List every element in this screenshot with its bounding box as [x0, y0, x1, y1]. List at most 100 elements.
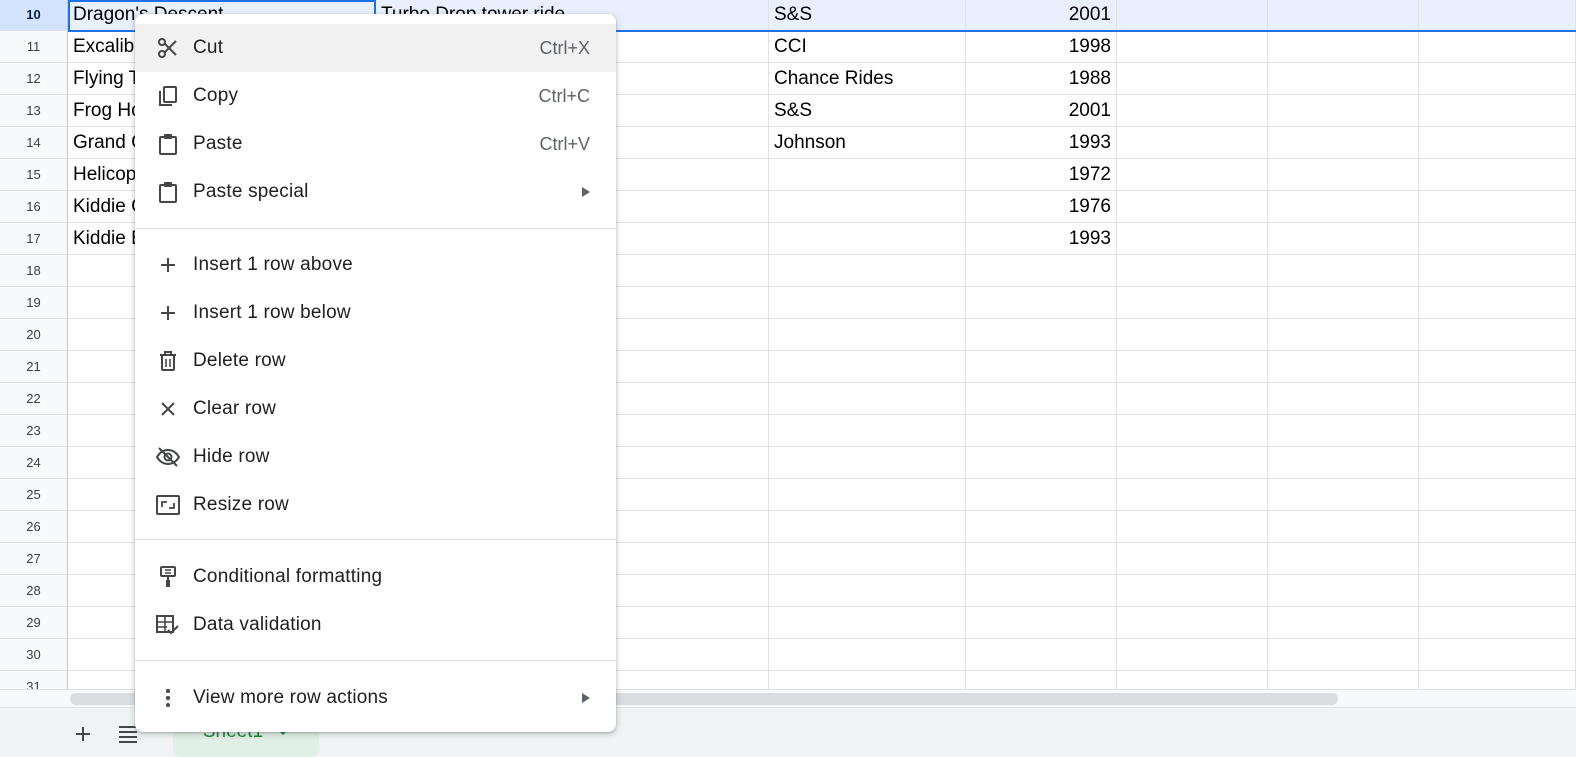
table-cell[interactable] [769, 543, 966, 575]
table-cell[interactable] [769, 255, 966, 287]
row-header[interactable]: 13 [0, 95, 68, 127]
table-cell[interactable] [1268, 447, 1419, 479]
table-cell[interactable] [966, 607, 1117, 639]
table-cell[interactable]: 2001 [966, 95, 1117, 127]
table-cell[interactable] [1117, 287, 1268, 319]
table-cell[interactable] [1117, 447, 1268, 479]
table-cell[interactable]: 2001 [966, 0, 1117, 31]
table-cell[interactable] [1268, 127, 1419, 159]
table-cell[interactable] [1117, 31, 1268, 63]
table-cell[interactable] [1117, 223, 1268, 255]
menu-item-delete-row[interactable]: Delete row [135, 337, 616, 385]
row-header[interactable]: 16 [0, 191, 68, 223]
add-sheet-button[interactable] [69, 720, 97, 748]
table-cell[interactable] [1117, 479, 1268, 511]
table-cell[interactable] [769, 287, 966, 319]
table-cell[interactable] [1268, 159, 1419, 191]
table-cell[interactable] [1419, 511, 1576, 543]
menu-item-insert-above[interactable]: Insert 1 row above [135, 241, 616, 289]
table-cell[interactable] [769, 351, 966, 383]
row-header[interactable]: 27 [0, 543, 68, 575]
table-cell[interactable] [1117, 639, 1268, 671]
table-cell[interactable] [1117, 575, 1268, 607]
row-header[interactable]: 14 [0, 127, 68, 159]
table-cell[interactable] [966, 287, 1117, 319]
table-cell[interactable] [1117, 191, 1268, 223]
table-cell[interactable] [1117, 351, 1268, 383]
table-cell[interactable] [1268, 383, 1419, 415]
table-cell[interactable] [1268, 479, 1419, 511]
table-cell[interactable] [1419, 191, 1576, 223]
row-header[interactable]: 20 [0, 319, 68, 351]
table-cell[interactable] [1117, 319, 1268, 351]
menu-item-hide-row[interactable]: Hide row [135, 433, 616, 481]
row-header[interactable]: 23 [0, 415, 68, 447]
menu-item-paste[interactable]: Paste Ctrl+V [135, 120, 616, 168]
table-cell[interactable] [769, 511, 966, 543]
table-cell[interactable] [1419, 255, 1576, 287]
row-header[interactable]: 28 [0, 575, 68, 607]
table-cell[interactable] [769, 383, 966, 415]
table-cell[interactable]: 1976 [966, 191, 1117, 223]
table-cell[interactable] [1419, 95, 1576, 127]
table-cell[interactable] [1268, 223, 1419, 255]
table-cell[interactable] [966, 255, 1117, 287]
table-cell[interactable] [769, 159, 966, 191]
table-cell[interactable] [1419, 223, 1576, 255]
table-cell[interactable] [769, 575, 966, 607]
menu-item-paste-special[interactable]: Paste special [135, 168, 616, 216]
table-cell[interactable] [966, 575, 1117, 607]
menu-item-insert-below[interactable]: Insert 1 row below [135, 289, 616, 337]
table-cell[interactable] [1268, 95, 1419, 127]
table-cell[interactable] [966, 383, 1117, 415]
table-cell[interactable] [769, 415, 966, 447]
table-cell[interactable] [1268, 607, 1419, 639]
table-cell[interactable] [1419, 31, 1576, 63]
menu-item-view-more[interactable]: View more row actions [135, 674, 616, 722]
row-header[interactable]: 22 [0, 383, 68, 415]
table-cell[interactable] [1268, 639, 1419, 671]
menu-item-conditional-formatting[interactable]: Conditional formatting [135, 553, 616, 601]
table-cell[interactable] [769, 223, 966, 255]
table-cell[interactable] [1419, 575, 1576, 607]
table-cell[interactable] [966, 479, 1117, 511]
table-cell[interactable] [1268, 575, 1419, 607]
table-cell[interactable] [1419, 383, 1576, 415]
table-cell[interactable] [1419, 607, 1576, 639]
table-cell[interactable] [1117, 415, 1268, 447]
table-cell[interactable]: 1998 [966, 31, 1117, 63]
table-cell[interactable] [769, 479, 966, 511]
row-header[interactable]: 12 [0, 63, 68, 95]
row-header[interactable]: 26 [0, 511, 68, 543]
table-cell[interactable] [1419, 543, 1576, 575]
table-cell[interactable]: 1988 [966, 63, 1117, 95]
table-cell[interactable] [1268, 0, 1419, 31]
table-cell[interactable] [1419, 159, 1576, 191]
table-cell[interactable] [1268, 287, 1419, 319]
row-header[interactable]: 11 [0, 31, 68, 63]
table-cell[interactable]: CCI [769, 31, 966, 63]
row-header[interactable]: 29 [0, 607, 68, 639]
table-cell[interactable] [1419, 447, 1576, 479]
table-cell[interactable] [1268, 319, 1419, 351]
menu-item-cut[interactable]: Cut Ctrl+X [135, 24, 616, 72]
table-cell[interactable] [1419, 287, 1576, 319]
table-cell[interactable] [966, 319, 1117, 351]
table-cell[interactable] [966, 447, 1117, 479]
table-cell[interactable] [769, 191, 966, 223]
menu-item-resize-row[interactable]: Resize row [135, 481, 616, 529]
table-cell[interactable] [1117, 255, 1268, 287]
table-cell[interactable] [769, 607, 966, 639]
table-cell[interactable] [1419, 415, 1576, 447]
row-header[interactable]: 18 [0, 255, 68, 287]
table-cell[interactable] [769, 639, 966, 671]
table-cell[interactable]: S&S [769, 95, 966, 127]
table-cell[interactable] [1117, 607, 1268, 639]
table-cell[interactable] [1268, 415, 1419, 447]
table-cell[interactable] [966, 351, 1117, 383]
table-cell[interactable] [966, 543, 1117, 575]
table-cell[interactable] [1419, 479, 1576, 511]
table-cell[interactable] [1419, 0, 1576, 31]
table-cell[interactable] [1268, 543, 1419, 575]
table-cell[interactable] [1117, 543, 1268, 575]
